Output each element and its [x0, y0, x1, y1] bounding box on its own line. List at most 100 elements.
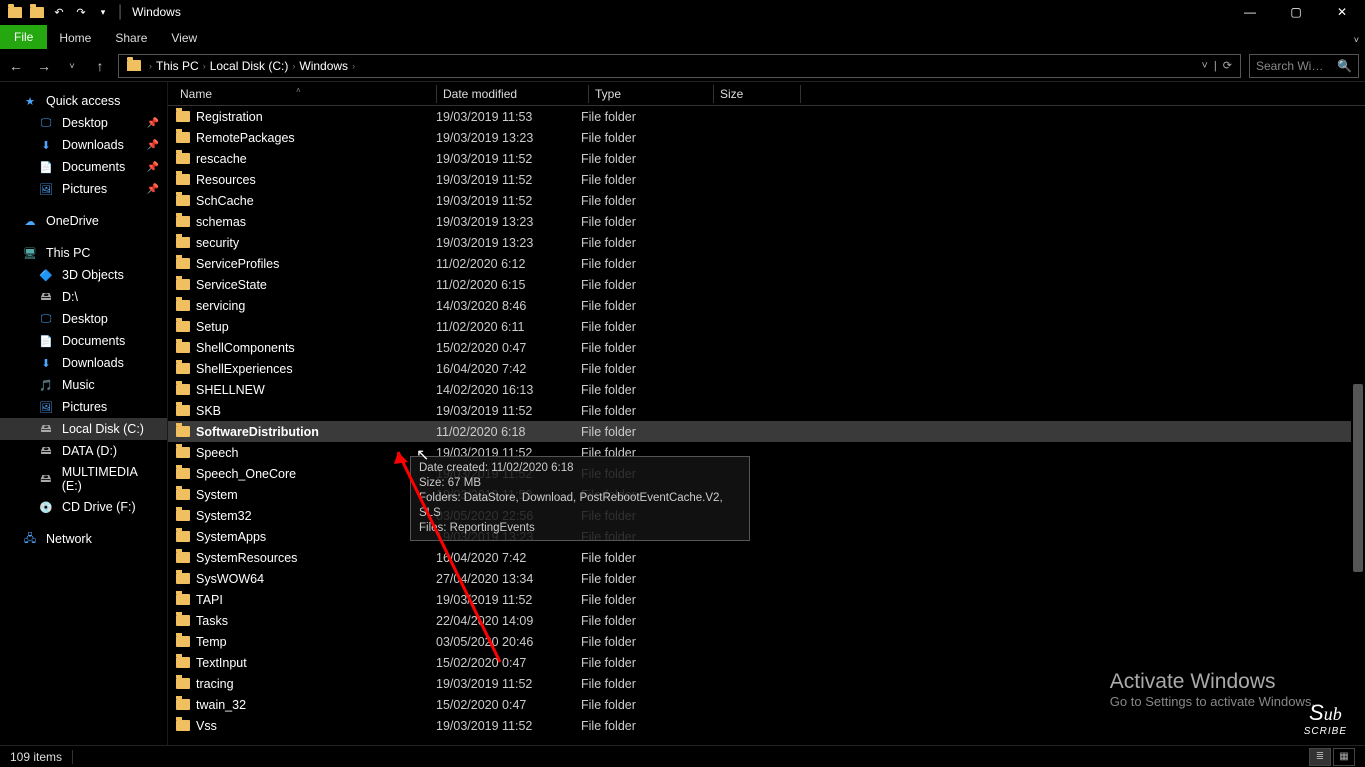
file-row[interactable]: Tasks22/04/2020 14:09File folder: [168, 610, 1365, 631]
redo-icon[interactable]: ↷: [73, 4, 89, 20]
details-view-button[interactable]: ≣: [1309, 748, 1331, 766]
sidebar-network[interactable]: 🖧 Network: [0, 528, 167, 550]
up-button[interactable]: ↑: [90, 56, 110, 76]
file-name: SysWOW64: [196, 572, 264, 586]
activate-windows-watermark: Activate Windows Go to Settings to activ…: [1110, 670, 1315, 709]
file-row[interactable]: security19/03/2019 13:23File folder: [168, 232, 1365, 253]
sidebar-item[interactable]: 📄Documents📌: [0, 156, 167, 178]
sidebar-item[interactable]: ⬇Downloads: [0, 352, 167, 374]
sidebar-item[interactable]: ⬇Downloads📌: [0, 134, 167, 156]
file-row[interactable]: Resources19/03/2019 11:52File folder: [168, 169, 1365, 190]
sidebar-onedrive[interactable]: ☁ OneDrive: [0, 210, 167, 232]
chevron-right-icon[interactable]: ›: [203, 61, 206, 71]
file-row[interactable]: Speech_OneCore19/03/2019 11:52File folde…: [168, 463, 1365, 484]
file-row[interactable]: RemotePackages19/03/2019 13:23File folde…: [168, 127, 1365, 148]
sidebar-quick-access[interactable]: ★ Quick access: [0, 90, 167, 112]
file-row[interactable]: SystemResources16/04/2020 7:42File folde…: [168, 547, 1365, 568]
desktop-icon: 🖵: [38, 311, 54, 327]
sidebar-item[interactable]: 🖼Pictures: [0, 396, 167, 418]
file-name: security: [196, 236, 239, 250]
breadcrumb-local-disk-c[interactable]: Local Disk (C:): [210, 59, 289, 73]
column-header-date[interactable]: Date modified: [443, 87, 588, 101]
file-name: TAPI: [196, 593, 223, 607]
sidebar-item[interactable]: 🖵Desktop: [0, 308, 167, 330]
maximize-button[interactable]: ▢: [1273, 0, 1319, 24]
sidebar-item[interactable]: 🎵Music: [0, 374, 167, 396]
file-row[interactable]: rescache19/03/2019 11:52File folder: [168, 148, 1365, 169]
minimize-button[interactable]: —: [1227, 0, 1273, 24]
search-input[interactable]: Search Wi… 🔍: [1249, 54, 1359, 78]
file-name: ServiceProfiles: [196, 257, 279, 271]
folder-icon: [176, 489, 190, 500]
folder-icon: [176, 363, 190, 374]
drive-icon: 🖴: [38, 421, 54, 437]
sidebar-item[interactable]: 🖼Pictures📌: [0, 178, 167, 200]
file-tab[interactable]: File: [0, 25, 47, 49]
column-header-size[interactable]: Size: [720, 87, 800, 101]
file-row[interactable]: schemas19/03/2019 13:23File folder: [168, 211, 1365, 232]
file-row[interactable]: ShellExperiences16/04/2020 7:42File fold…: [168, 358, 1365, 379]
navigation-pane[interactable]: ★ Quick access 🖵Desktop📌⬇Downloads📌📄Docu…: [0, 82, 168, 745]
undo-icon[interactable]: ↶: [51, 4, 67, 20]
breadcrumb-box[interactable]: › This PC › Local Disk (C:) › Windows › …: [118, 54, 1241, 78]
recent-locations-icon[interactable]: ˅: [62, 56, 82, 76]
address-dropdown-icon[interactable]: ˅: [1201, 60, 1207, 72]
file-row[interactable]: ServiceState11/02/2020 6:15File folder: [168, 274, 1365, 295]
file-row[interactable]: Speech19/03/2019 11:52File folder: [168, 442, 1365, 463]
sidebar-item[interactable]: 🖵Desktop📌: [0, 112, 167, 134]
file-name: SKB: [196, 404, 221, 418]
search-icon: 🔍: [1337, 59, 1352, 73]
qat-dropdown-icon[interactable]: ▾: [95, 4, 111, 20]
column-header-type[interactable]: Type: [595, 87, 713, 101]
sidebar-item[interactable]: 🔷3D Objects: [0, 264, 167, 286]
sidebar-item[interactable]: 💿CD Drive (F:): [0, 496, 167, 518]
view-tab[interactable]: View: [159, 27, 209, 49]
close-button[interactable]: ✕: [1319, 0, 1365, 24]
column-header-name[interactable]: Name ˄: [176, 87, 436, 101]
refresh-icon[interactable]: ⟳: [1223, 59, 1232, 72]
folder-icon: [7, 4, 23, 20]
sidebar-item[interactable]: 🖴Local Disk (C:): [0, 418, 167, 440]
home-tab[interactable]: Home: [47, 27, 103, 49]
title-separator: |: [118, 3, 122, 21]
file-row[interactable]: Temp03/05/2020 20:46File folder: [168, 631, 1365, 652]
file-row[interactable]: System19/03/2019 11:52File folder: [168, 484, 1365, 505]
file-row[interactable]: System3203/05/2020 22:56File folder: [168, 505, 1365, 526]
file-row[interactable]: SchCache19/03/2019 11:52File folder: [168, 190, 1365, 211]
sidebar-item[interactable]: 🖴DATA (D:): [0, 440, 167, 462]
file-row[interactable]: SHELLNEW14/02/2020 16:13File folder: [168, 379, 1365, 400]
back-button[interactable]: ←: [6, 56, 26, 76]
file-row[interactable]: Vss19/03/2019 11:52File folder: [168, 715, 1365, 736]
file-row[interactable]: SystemApps19/03/2019 13:23File folder: [168, 526, 1365, 547]
breadcrumb-this-pc[interactable]: This PC: [156, 59, 199, 73]
file-name: Vss: [196, 719, 217, 733]
file-name: TextInput: [196, 656, 247, 670]
folder-icon: [176, 720, 190, 731]
file-row[interactable]: TAPI19/03/2019 11:52File folder: [168, 589, 1365, 610]
file-row[interactable]: Registration19/03/2019 11:53File folder: [168, 106, 1365, 127]
sidebar-this-pc[interactable]: 🖥 This PC: [0, 242, 167, 264]
sidebar-item[interactable]: 📄Documents: [0, 330, 167, 352]
scrollbar-thumb[interactable]: [1353, 384, 1363, 572]
file-row[interactable]: ServiceProfiles11/02/2020 6:12File folde…: [168, 253, 1365, 274]
file-row[interactable]: SysWOW6427/04/2020 13:34File folder: [168, 568, 1365, 589]
sidebar-item[interactable]: 🖴D:\: [0, 286, 167, 308]
breadcrumb-windows[interactable]: Windows: [299, 59, 348, 73]
icons-view-button[interactable]: ▦: [1333, 748, 1355, 766]
scrollbar[interactable]: [1351, 106, 1365, 745]
folder-icon: [176, 153, 190, 164]
file-row[interactable]: SKB19/03/2019 11:52File folder: [168, 400, 1365, 421]
forward-button[interactable]: →: [34, 56, 54, 76]
chevron-right-icon[interactable]: ›: [292, 61, 295, 71]
file-row[interactable]: Setup11/02/2020 6:11File folder: [168, 316, 1365, 337]
share-tab[interactable]: Share: [103, 27, 159, 49]
file-row[interactable]: ShellComponents15/02/2020 0:47File folde…: [168, 337, 1365, 358]
sidebar-item[interactable]: 🖴MULTIMEDIA (E:): [0, 462, 167, 496]
file-name: Speech: [196, 446, 238, 460]
file-type: File folder: [581, 572, 699, 586]
file-row[interactable]: servicing14/03/2020 8:46File folder: [168, 295, 1365, 316]
chevron-right-icon[interactable]: ›: [149, 61, 152, 71]
file-row[interactable]: SoftwareDistribution11/02/2020 6:18File …: [168, 421, 1365, 442]
chevron-right-icon[interactable]: ›: [352, 61, 355, 71]
collapse-ribbon-icon[interactable]: ˅: [1348, 31, 1365, 49]
